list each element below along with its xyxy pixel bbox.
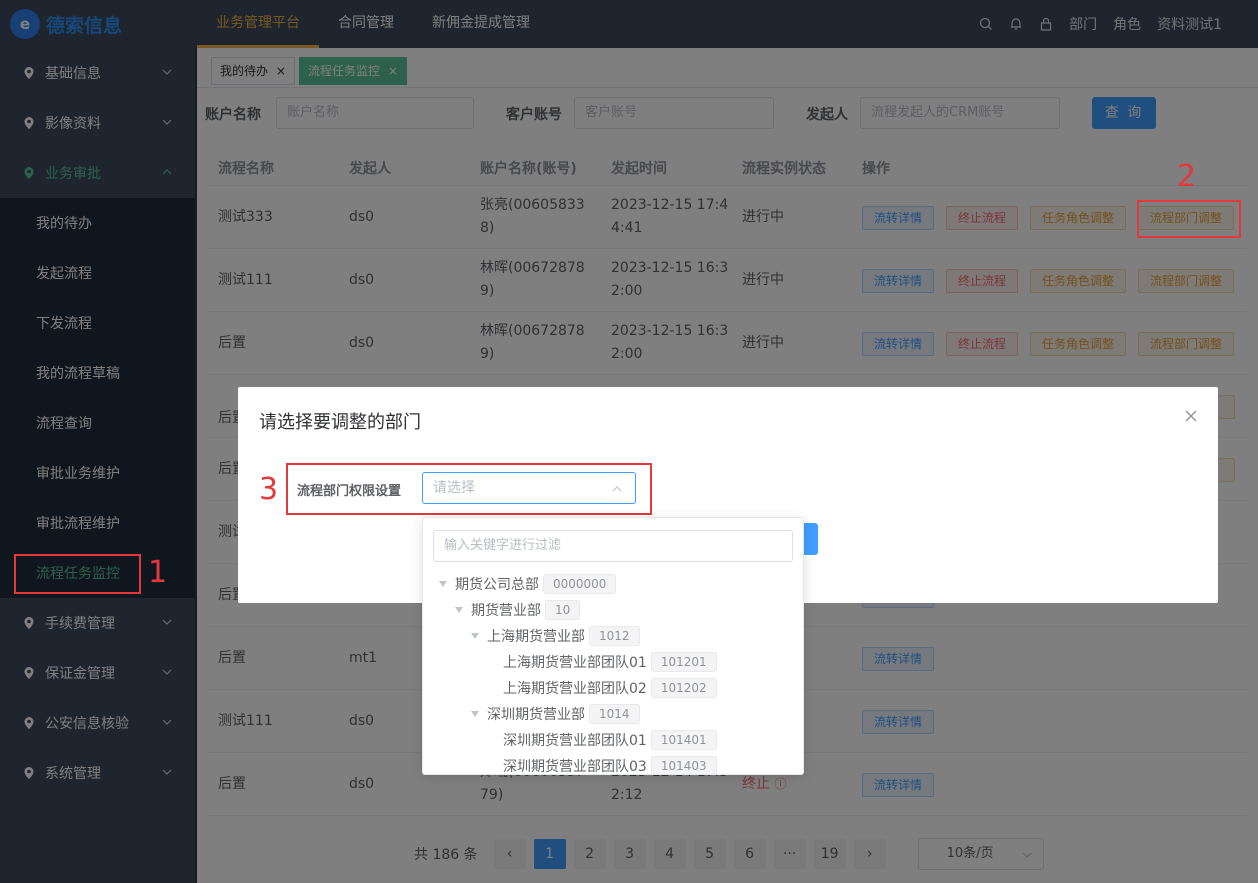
caret-down-icon[interactable] bbox=[471, 633, 479, 639]
tree-node-label: 深圳期货营业部团队03 bbox=[503, 759, 647, 775]
tree-node[interactable]: 深圳期货营业部团队01 101401 bbox=[503, 729, 717, 751]
caret-down-icon[interactable] bbox=[455, 607, 463, 613]
tree-node-label: 深圳期货营业部 bbox=[487, 707, 585, 723]
tree-node-code: 1014 bbox=[589, 704, 640, 724]
tree-node-label: 上海期货营业部团队01 bbox=[503, 655, 647, 671]
annotation-number-1: 1 bbox=[148, 555, 168, 590]
tree-node[interactable]: 期货公司总部 0000000 bbox=[439, 573, 617, 595]
annotation-box-2 bbox=[1137, 200, 1241, 238]
tree-filter-input[interactable]: 输入关键字进行过滤 bbox=[433, 530, 793, 562]
tree-node-code: 0000000 bbox=[543, 574, 617, 594]
tree-node-label: 深圳期货营业部团队01 bbox=[503, 733, 647, 749]
tree-node-code: 101201 bbox=[650, 652, 717, 672]
close-icon[interactable] bbox=[1184, 409, 1198, 423]
tree-node[interactable]: 深圳期货营业部团队03 101403 bbox=[503, 755, 717, 775]
annotation-number-3: 3 bbox=[259, 472, 279, 507]
tree-node[interactable]: 深圳期货营业部 1014 bbox=[471, 703, 640, 725]
annotation-box-1 bbox=[14, 554, 141, 594]
annotation-number-2: 2 bbox=[1177, 159, 1197, 194]
dept-tree-dropdown: 输入关键字进行过滤 期货公司总部 0000000 期货营业部 10 上海期货营业部 1… bbox=[422, 517, 804, 775]
tree-node-label: 上海期货营业部团队02 bbox=[503, 681, 647, 697]
tree-node-label: 上海期货营业部 bbox=[487, 629, 585, 645]
tree-node[interactable]: 期货营业部 10 bbox=[455, 599, 581, 621]
tree-node-label: 期货营业部 bbox=[471, 603, 541, 619]
tree-node-code: 101401 bbox=[650, 730, 717, 750]
tree-node[interactable]: 上海期货营业部团队01 101201 bbox=[503, 651, 717, 673]
tree-node[interactable]: 上海期货营业部 1012 bbox=[471, 625, 640, 647]
tree-node-code: 10 bbox=[545, 600, 581, 620]
tree-node[interactable]: 上海期货营业部团队02 101202 bbox=[503, 677, 717, 699]
tree-node-label: 期货公司总部 bbox=[455, 577, 539, 593]
caret-down-icon[interactable] bbox=[471, 711, 479, 717]
tree-node-code: 101403 bbox=[650, 756, 717, 774]
tree-node-code: 1012 bbox=[589, 626, 640, 646]
caret-down-icon[interactable] bbox=[439, 581, 447, 587]
tree-node-code: 101202 bbox=[650, 678, 717, 698]
dialog-title: 请选择要调整的部门 bbox=[259, 412, 421, 433]
annotation-box-3 bbox=[286, 463, 652, 515]
